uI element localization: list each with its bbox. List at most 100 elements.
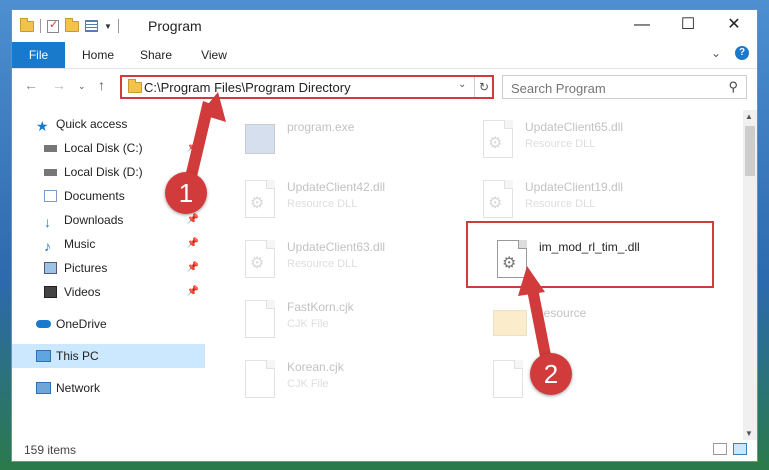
properties-check-icon[interactable] — [47, 18, 59, 33]
large-icons-view-icon[interactable] — [733, 443, 747, 455]
document-file-icon — [245, 360, 275, 398]
address-bar[interactable]: C:\Program Files\Program Directory ⌄ ↻ — [120, 75, 494, 99]
properties-icon[interactable] — [85, 20, 98, 32]
target-file-highlight — [466, 221, 714, 288]
file-item-updateclient63[interactable]: ⚙ UpdateClient63.dll Resource DLL — [245, 236, 465, 286]
file-type: Resource DLL — [287, 198, 358, 210]
file-name: FastKorn.cjk — [287, 300, 354, 314]
search-icon[interactable]: ⚲ — [728, 79, 738, 95]
drive-icon — [44, 145, 57, 152]
cloud-icon — [36, 320, 51, 328]
file-type: Resource DLL — [525, 198, 596, 210]
file-item-program-exe[interactable]: program.exe — [245, 116, 465, 166]
recent-locations-icon[interactable]: ⌄ — [78, 81, 86, 92]
sidebar-item-music[interactable]: ♪ Music 📌 — [12, 232, 205, 256]
file-item-fastkorn[interactable]: FastKorn.cjk CJK File — [245, 296, 465, 346]
step-2-badge: 2 — [530, 353, 572, 395]
pin-icon[interactable]: 📌 — [187, 280, 199, 304]
forward-arrow-icon[interactable]: → — [52, 77, 66, 93]
file-item-updateclient42[interactable]: ⚙ UpdateClient42.dll Resource DLL — [245, 176, 465, 226]
music-icon: ♪ — [44, 238, 51, 254]
network-icon — [36, 382, 51, 394]
sidebar-item-local-disk-c[interactable]: Local Disk (C:) 📌 — [12, 136, 205, 160]
pin-icon[interactable]: 📌 — [187, 256, 199, 280]
file-name: Korean.cjk — [287, 360, 344, 374]
tab-file[interactable]: File — [12, 42, 65, 68]
file-name: UpdateClient65.dll — [525, 120, 624, 134]
tab-view[interactable]: View — [194, 42, 234, 68]
pin-icon[interactable]: 📌 — [187, 136, 199, 160]
sidebar-item-pictures[interactable]: Pictures 📌 — [12, 256, 205, 280]
folder-icon — [128, 79, 142, 93]
file-item-resource-folder[interactable]: Resource — [493, 296, 713, 346]
sidebar-item-network[interactable]: Network — [12, 376, 205, 400]
scroll-up-icon[interactable]: ▲ — [745, 112, 753, 121]
folder-icon — [493, 300, 527, 338]
address-dropdown-icon[interactable]: ⌄ — [458, 79, 466, 90]
file-type: Resource DLL — [525, 138, 596, 150]
file-type: Resource DLL — [287, 258, 358, 270]
scrollbar-thumb[interactable] — [745, 126, 755, 176]
quick-access-toolbar: ▼ — [20, 17, 119, 34]
tab-home[interactable]: Home — [78, 42, 118, 68]
pin-icon[interactable]: 📌 — [187, 232, 199, 256]
videos-icon — [44, 286, 57, 298]
file-item-updateclient19[interactable]: ⚙ UpdateClient19.dll Resource DLL — [483, 176, 703, 226]
document-file-icon — [493, 360, 523, 398]
toolbar-separator — [117, 19, 119, 33]
file-name: UpdateClient42.dll — [287, 180, 386, 194]
details-view-icon[interactable] — [713, 443, 727, 455]
file-item-partial[interactable] — [493, 356, 713, 406]
up-arrow-icon[interactable]: ↑ — [98, 77, 105, 93]
step-1-badge: 1 — [165, 172, 207, 214]
pictures-icon — [44, 262, 57, 274]
folder-icon[interactable] — [20, 17, 34, 32]
refresh-icon[interactable]: ↻ — [474, 77, 493, 97]
scroll-down-icon[interactable]: ▼ — [745, 429, 753, 438]
dll-file-icon: ⚙ — [245, 240, 275, 278]
item-count: 159 items — [24, 443, 77, 457]
file-name: program.exe — [287, 120, 355, 134]
navigation-pane: ★ Quick access Local Disk (C:) 📌 Local D… — [12, 110, 205, 440]
dll-file-icon: ⚙ — [245, 180, 275, 218]
download-icon: ↓ — [44, 214, 51, 230]
sidebar-item-videos[interactable]: Videos 📌 — [12, 280, 205, 304]
maximize-button[interactable]: ☐ — [665, 10, 711, 42]
expand-ribbon-icon[interactable]: ⌄ — [711, 46, 721, 60]
tab-share[interactable]: Share — [136, 42, 176, 68]
minimize-button[interactable]: — — [619, 10, 665, 42]
dll-file-icon: ⚙ — [483, 120, 513, 158]
navigation-bar: ← → ⌄ ↑ C:\Program Files\Program Directo… — [12, 69, 757, 105]
status-bar: 159 items — [12, 440, 757, 461]
file-name: UpdateClient63.dll — [287, 240, 386, 254]
ribbon-tabs: File Home Share View ⌄ ? — [12, 42, 757, 69]
documents-icon — [44, 190, 57, 202]
customize-toolbar-icon[interactable]: ▼ — [104, 22, 112, 31]
new-folder-icon[interactable] — [65, 17, 79, 32]
star-icon: ★ — [36, 118, 49, 134]
title-bar: ▼ Program — ☐ ✕ — [12, 10, 757, 42]
file-type: CJK File — [287, 378, 329, 390]
toolbar-separator — [40, 19, 41, 33]
file-item-korean[interactable]: Korean.cjk CJK File — [245, 356, 465, 406]
application-icon — [245, 124, 275, 154]
document-file-icon — [245, 300, 275, 338]
dll-file-icon: ⚙ — [483, 180, 513, 218]
vertical-scrollbar[interactable]: ▲ ▼ — [743, 110, 757, 440]
file-item-updateclient65[interactable]: ⚙ UpdateClient65.dll Resource DLL — [483, 116, 703, 166]
search-input[interactable] — [509, 78, 713, 98]
sidebar-item-this-pc[interactable]: This PC — [12, 344, 205, 368]
file-type: CJK File — [287, 318, 329, 330]
file-name: UpdateClient19.dll — [525, 180, 624, 194]
file-name: Resource — [535, 306, 587, 320]
help-icon[interactable]: ? — [735, 46, 749, 60]
sidebar-item-onedrive[interactable]: OneDrive — [12, 312, 205, 336]
close-button[interactable]: ✕ — [711, 10, 757, 42]
search-box[interactable]: ⚲ — [502, 75, 747, 99]
drive-icon — [44, 169, 57, 176]
window-title: Program — [148, 18, 202, 34]
sidebar-item-quick-access[interactable]: ★ Quick access — [12, 112, 205, 136]
back-arrow-icon[interactable]: ← — [24, 77, 38, 93]
computer-icon — [36, 350, 51, 362]
address-path[interactable]: C:\Program Files\Program Directory — [144, 80, 351, 95]
